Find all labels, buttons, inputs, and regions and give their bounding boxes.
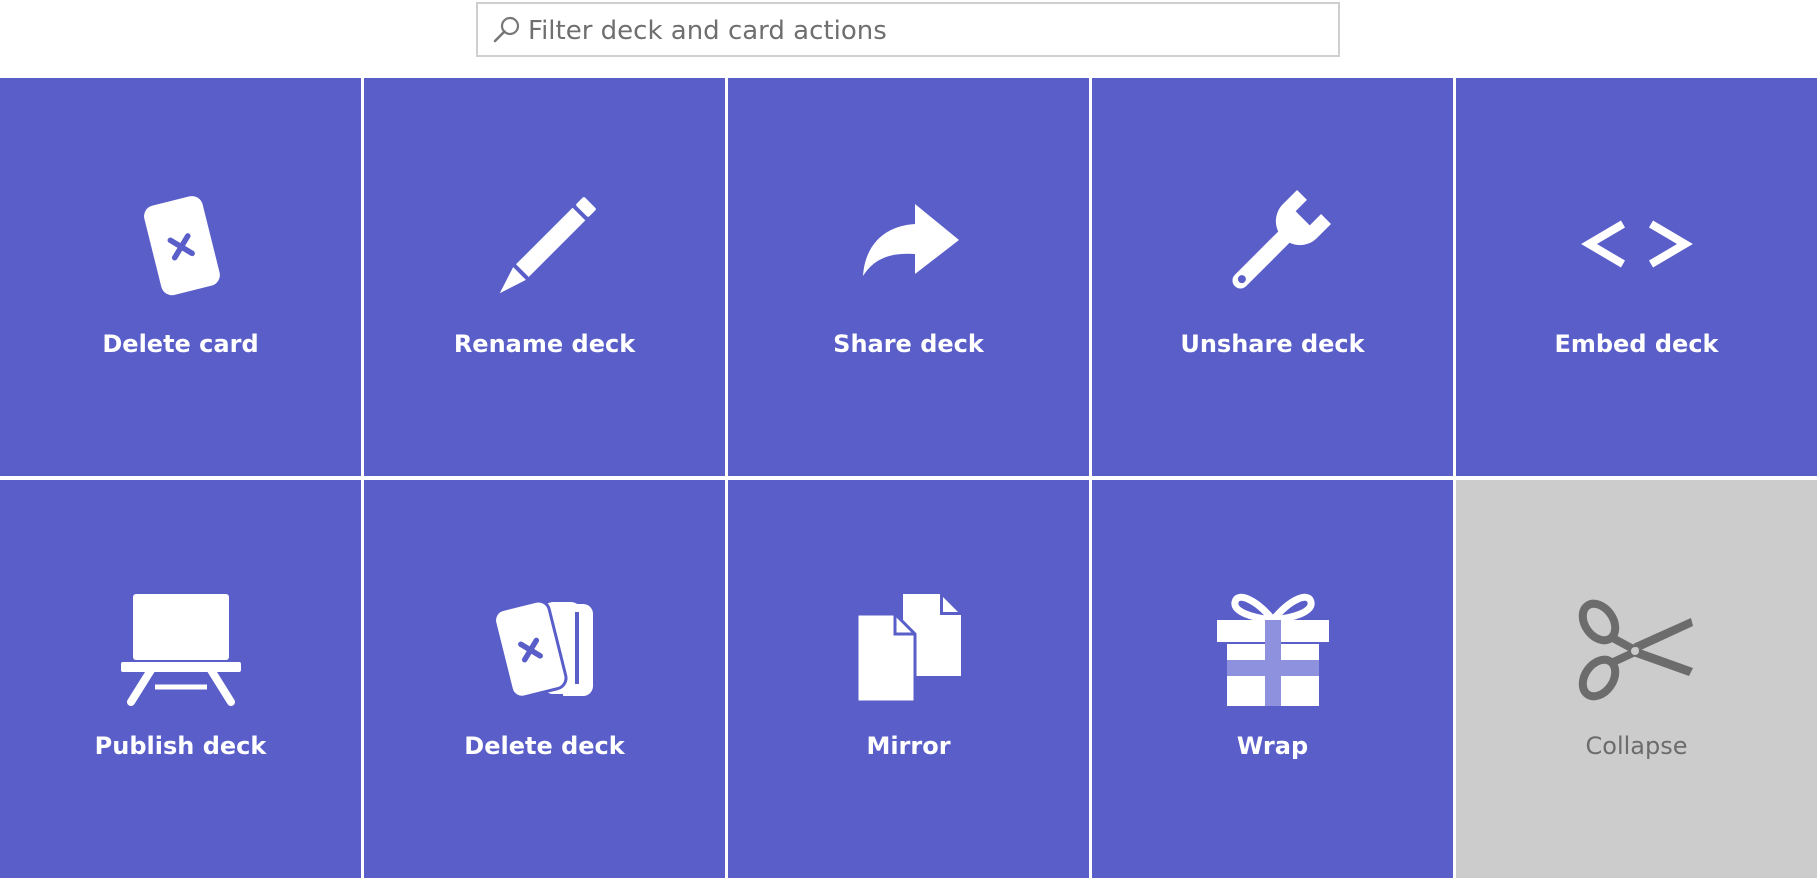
action-grid: Delete card Rename deck Share deck Unsha… xyxy=(0,78,1818,880)
search-bar xyxy=(476,2,1340,59)
delete-deck-button[interactable]: Delete deck xyxy=(364,480,725,878)
mirror-button[interactable]: Mirror xyxy=(728,480,1089,878)
publish-deck-button[interactable]: Publish deck xyxy=(0,480,361,878)
publish-deck-label: Publish deck xyxy=(94,732,267,760)
wrench-icon xyxy=(1231,190,1331,289)
pencil-icon xyxy=(499,197,596,294)
wrap-button[interactable]: Wrap xyxy=(1092,480,1453,878)
wrap-label: Wrap xyxy=(1236,732,1309,760)
embed-deck-button[interactable]: Embed deck xyxy=(1456,78,1817,476)
mirror-label: Mirror xyxy=(866,732,951,760)
rename-deck-label: Rename deck xyxy=(453,330,636,358)
unshare-deck-label: Unshare deck xyxy=(1180,330,1365,358)
search-input[interactable] xyxy=(526,2,1332,59)
delete-card-button[interactable]: Delete card xyxy=(0,78,361,476)
scissors-icon xyxy=(1578,599,1693,701)
deck-delete-icon xyxy=(492,599,593,699)
share-arrow-icon xyxy=(862,204,959,276)
card-delete-icon xyxy=(143,196,220,296)
delete-card-label: Delete card xyxy=(102,330,259,358)
share-deck-button[interactable]: Share deck xyxy=(728,78,1089,476)
unshare-deck-button[interactable]: Unshare deck xyxy=(1092,78,1453,476)
easel-icon xyxy=(120,594,241,706)
code-brackets-icon xyxy=(1580,220,1693,268)
rename-deck-button[interactable]: Rename deck xyxy=(364,78,725,476)
gift-icon xyxy=(1216,594,1329,706)
collapse-button: Collapse xyxy=(1456,480,1817,878)
embed-deck-label: Embed deck xyxy=(1554,330,1719,358)
search-icon xyxy=(493,16,520,43)
share-deck-label: Share deck xyxy=(833,330,984,358)
collapse-label: Collapse xyxy=(1585,732,1688,760)
copy-files-icon xyxy=(855,591,963,704)
delete-deck-label: Delete deck xyxy=(464,732,625,760)
